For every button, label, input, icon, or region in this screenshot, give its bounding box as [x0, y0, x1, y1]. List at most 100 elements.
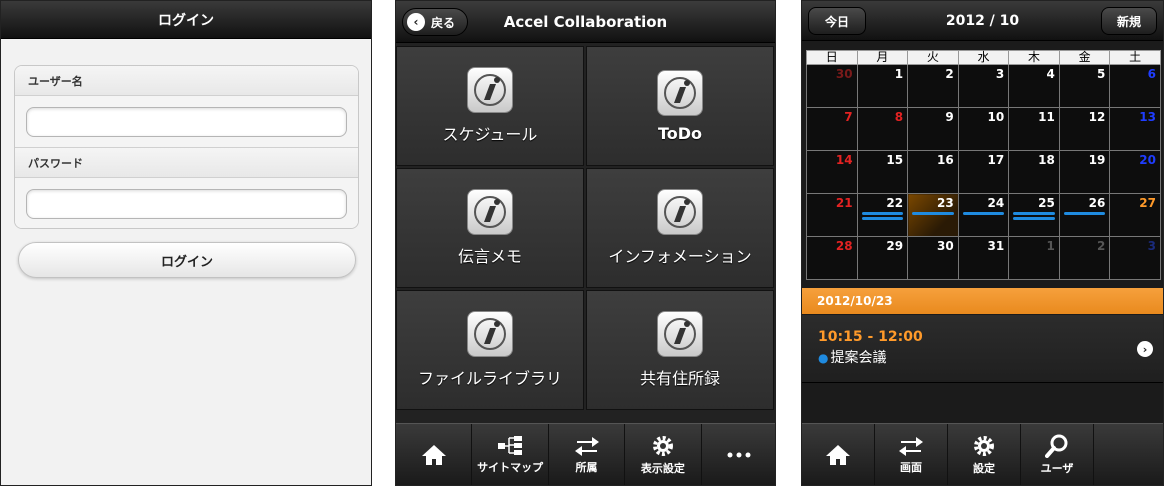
footer-sitemap[interactable]: サイトマップ [472, 424, 549, 485]
calendar-day[interactable]: 15 [856, 150, 909, 194]
calendar-day[interactable]: 24 [957, 193, 1010, 237]
calendar-day[interactable]: 16 [907, 150, 959, 194]
day-number: 22 [886, 196, 904, 210]
tile-label: ファイルライブラリ [417, 369, 562, 388]
calendar-day[interactable]: 20 [1109, 150, 1161, 194]
tile-address-book[interactable]: 共有住所録 [586, 290, 774, 410]
day-number: 25 [1038, 196, 1055, 210]
month-calendar: 日 月 火 水 木 金 土 30 1 2 3 4 5 6 7 8 9 10 11… [806, 50, 1161, 280]
calendar-header: 今日 2012 / 10 新規 [802, 1, 1163, 41]
chevron-right-icon[interactable]: › [1137, 341, 1153, 357]
home-icon [421, 444, 446, 465]
login-form: ユーザー名 パスワード [14, 65, 359, 229]
calendar-day[interactable]: 10 [957, 107, 1010, 151]
calendar-day[interactable]: 2 [907, 64, 959, 108]
weekday-label: 水 [957, 50, 1010, 65]
new-button[interactable]: 新規 [1101, 7, 1157, 35]
event-bar [1013, 212, 1055, 215]
tile-file-library[interactable]: ファイルライブラリ [396, 290, 584, 410]
calendar-day[interactable]: 17 [957, 150, 1010, 194]
calendar-day[interactable]: 30 [806, 64, 858, 108]
footer-empty-slot [1094, 424, 1163, 485]
calendar-day[interactable]: 6 [1109, 64, 1161, 108]
event-bar [912, 212, 954, 215]
calendar-day[interactable]: 7 [806, 107, 858, 151]
login-screen: ログイン ユーザー名 パスワード ログイン [0, 0, 372, 486]
footer-screen[interactable]: 画面 [875, 424, 948, 485]
footer-label: 所属 [575, 460, 598, 474]
calendar-day[interactable]: 31 [957, 236, 1010, 280]
calendar-day[interactable]: 1 [1008, 236, 1060, 280]
swap-arrows-icon [574, 436, 599, 456]
back-button[interactable]: ‹ 戻る [402, 8, 468, 36]
footer-home[interactable] [396, 424, 473, 485]
footer-more[interactable] [702, 424, 775, 485]
tile-label: 共有住所録 [639, 369, 720, 388]
footer-home[interactable] [802, 424, 875, 485]
weekday-label: 金 [1058, 50, 1111, 65]
calendar-day[interactable]: 5 [1058, 64, 1111, 108]
footer-label: サイトマップ [477, 460, 544, 474]
calendar-day[interactable]: 29 [856, 236, 909, 280]
back-label: 戻る [431, 15, 456, 30]
selected-date: 2012/10/23 [817, 294, 893, 308]
login-button[interactable]: ログイン [18, 242, 356, 278]
calendar-day[interactable]: 11 [1008, 107, 1060, 151]
calendar-day[interactable]: 9 [907, 107, 959, 151]
app-i-icon [657, 69, 703, 116]
tile-schedule[interactable]: スケジュール [396, 46, 584, 166]
event-item[interactable]: 10:15 - 12:00 ● 提案会議 › [802, 315, 1163, 383]
calendar-day[interactable]: 21 [806, 193, 858, 237]
password-field[interactable] [26, 189, 347, 219]
tile-information[interactable]: インフォメーション [586, 168, 774, 288]
calendar-day[interactable]: 3 [1109, 236, 1161, 280]
footer-settings[interactable]: 設定 [948, 424, 1021, 485]
calendar-day[interactable]: 19 [1058, 150, 1111, 194]
calendar-day[interactable]: 2 [1058, 236, 1111, 280]
event-bar [962, 212, 1005, 215]
event-title: 提案会議 [830, 350, 887, 366]
calendar-day[interactable]: 22 [856, 193, 909, 237]
calendar-day-selected[interactable]: 23 [907, 193, 959, 237]
footer-label: 設定 [973, 461, 995, 475]
login-title: ログイン [158, 12, 214, 29]
tile-label: インフォメーション [608, 247, 752, 266]
gear-icon [652, 435, 673, 456]
tile-memo[interactable]: 伝言メモ [396, 168, 584, 288]
calendar-day[interactable]: 12 [1058, 107, 1111, 151]
app-i-icon [657, 189, 703, 235]
footer-affiliation[interactable]: 所属 [549, 424, 626, 485]
menu-screen: ‹ 戻る Accel Collaboration スケジュール ToDo 伝言メ… [395, 0, 776, 486]
tile-todo[interactable]: ToDo [586, 46, 774, 166]
calendar-day[interactable]: 1 [856, 64, 909, 108]
event-bar [861, 217, 904, 220]
swap-arrows-icon [899, 436, 923, 456]
username-field[interactable] [26, 106, 347, 137]
calendar-day[interactable]: 3 [957, 64, 1010, 108]
calendar-day[interactable]: 4 [1008, 64, 1060, 108]
calendar-day[interactable]: 27 [1109, 193, 1161, 237]
event-time: 10:15 - 12:00 [818, 329, 923, 345]
weekday-label: 木 [1008, 50, 1060, 65]
tile-label: 伝言メモ [457, 247, 522, 266]
footer-display-settings[interactable]: 表示設定 [625, 424, 702, 485]
calendar-day[interactable]: 25 [1008, 193, 1060, 237]
tile-label: ToDo [657, 123, 703, 143]
search-icon [1045, 434, 1068, 458]
calendar-day[interactable]: 30 [907, 236, 959, 280]
month-title: 2012 / 10 [945, 12, 1020, 29]
weekday-label: 火 [907, 50, 959, 65]
calendar-week: 21 22 23 24 25 26 27 [806, 193, 1161, 237]
app-i-icon [467, 311, 513, 357]
calendar-day[interactable]: 14 [806, 150, 858, 194]
app-i-icon [467, 189, 513, 235]
bullet-icon: ● [818, 351, 829, 365]
footer-user[interactable]: ユーザ [1021, 424, 1094, 485]
login-header: ログイン [1, 1, 371, 39]
today-button[interactable]: 今日 [808, 7, 866, 35]
calendar-day[interactable]: 26 [1058, 193, 1111, 237]
calendar-day[interactable]: 18 [1008, 150, 1060, 194]
calendar-day[interactable]: 13 [1109, 107, 1161, 151]
calendar-day[interactable]: 28 [806, 236, 858, 280]
calendar-day[interactable]: 8 [856, 107, 909, 151]
